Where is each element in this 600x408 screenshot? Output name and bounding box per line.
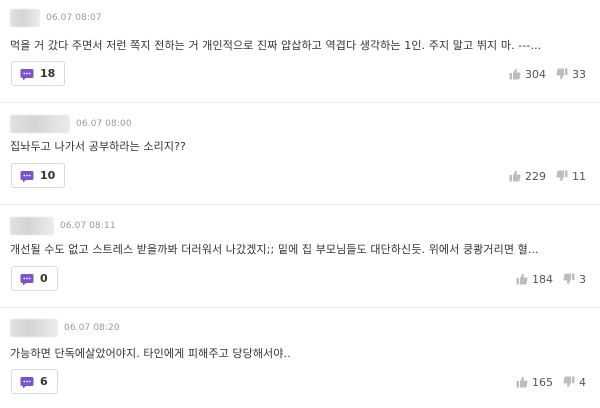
reply-button[interactable]: 10 [11, 163, 66, 188]
vote-bar: 304 33 [509, 64, 586, 84]
reply-button[interactable]: 6 [11, 369, 58, 394]
vote-bar: 184 3 [516, 269, 586, 289]
thumbs-down-icon [556, 170, 568, 182]
reply-count: 0 [40, 272, 48, 285]
author-name-blurred[interactable] [10, 319, 58, 337]
dislike-count: 11 [572, 169, 586, 183]
reply-count: 10 [40, 169, 56, 182]
dislike-button[interactable]: 3 [563, 273, 586, 286]
comment-text: 개선될 수도 없고 스트레스 받을까봐 더러워서 나갔겠지;; 밑에 집 부모님… [10, 243, 539, 256]
like-button[interactable]: 229 [509, 170, 546, 183]
thumbs-down-icon [556, 68, 568, 80]
comment-meta: 06.07 08:07 [10, 8, 102, 28]
vote-bar: 229 11 [509, 166, 586, 186]
dislike-count: 3 [579, 272, 586, 286]
comment-text: 먹을 거 갔다 주면서 저런 쪽지 전하는 거 개인적으로 진짜 얍삽하고 역겹… [10, 39, 542, 52]
chat-bubble-icon [20, 170, 34, 182]
like-button[interactable]: 304 [509, 68, 546, 81]
thumbs-up-icon [509, 170, 521, 182]
comment-date: 06.07 08:07 [46, 13, 102, 23]
vote-bar: 165 4 [516, 372, 586, 392]
dislike-count: 4 [579, 375, 586, 389]
like-count: 184 [532, 272, 553, 286]
comment-meta: 06.07 08:00 [10, 114, 132, 134]
dislike-count: 33 [572, 67, 586, 81]
comment-date: 06.07 08:11 [60, 221, 116, 231]
reply-button[interactable]: 18 [11, 61, 66, 86]
thumbs-up-icon [516, 273, 528, 285]
chat-bubble-icon [20, 376, 34, 388]
comment-meta: 06.07 08:20 [10, 318, 120, 338]
divider [0, 204, 600, 205]
like-button[interactable]: 165 [516, 376, 553, 389]
dislike-button[interactable]: 4 [563, 376, 586, 389]
divider [0, 307, 600, 308]
divider [0, 102, 600, 103]
like-button[interactable]: 184 [516, 273, 553, 286]
author-name-blurred[interactable] [10, 115, 70, 133]
chat-bubble-icon [20, 273, 34, 285]
comment-meta: 06.07 08:11 [10, 216, 116, 236]
comment-date: 06.07 08:20 [64, 323, 120, 333]
comment-date: 06.07 08:00 [76, 119, 132, 129]
author-name-blurred[interactable] [10, 9, 40, 27]
thumbs-down-icon [563, 273, 575, 285]
reply-count: 6 [40, 375, 48, 388]
thumbs-up-icon [509, 68, 521, 80]
thumbs-up-icon [516, 376, 528, 388]
like-count: 229 [525, 169, 546, 183]
reply-count: 18 [40, 67, 56, 80]
reply-button[interactable]: 0 [11, 266, 58, 291]
chat-bubble-icon [20, 68, 34, 80]
comment-text: 집놔두고 나가서 공부하라는 소리지?? [10, 140, 186, 153]
thumbs-down-icon [563, 376, 575, 388]
dislike-button[interactable]: 33 [556, 68, 586, 81]
dislike-button[interactable]: 11 [556, 170, 586, 183]
like-count: 304 [525, 67, 546, 81]
comment-text: 가능하면 단독에살았어야지. 타인에게 피해주고 당당해서야.. [10, 347, 291, 360]
author-name-blurred[interactable] [10, 217, 54, 235]
like-count: 165 [532, 375, 553, 389]
